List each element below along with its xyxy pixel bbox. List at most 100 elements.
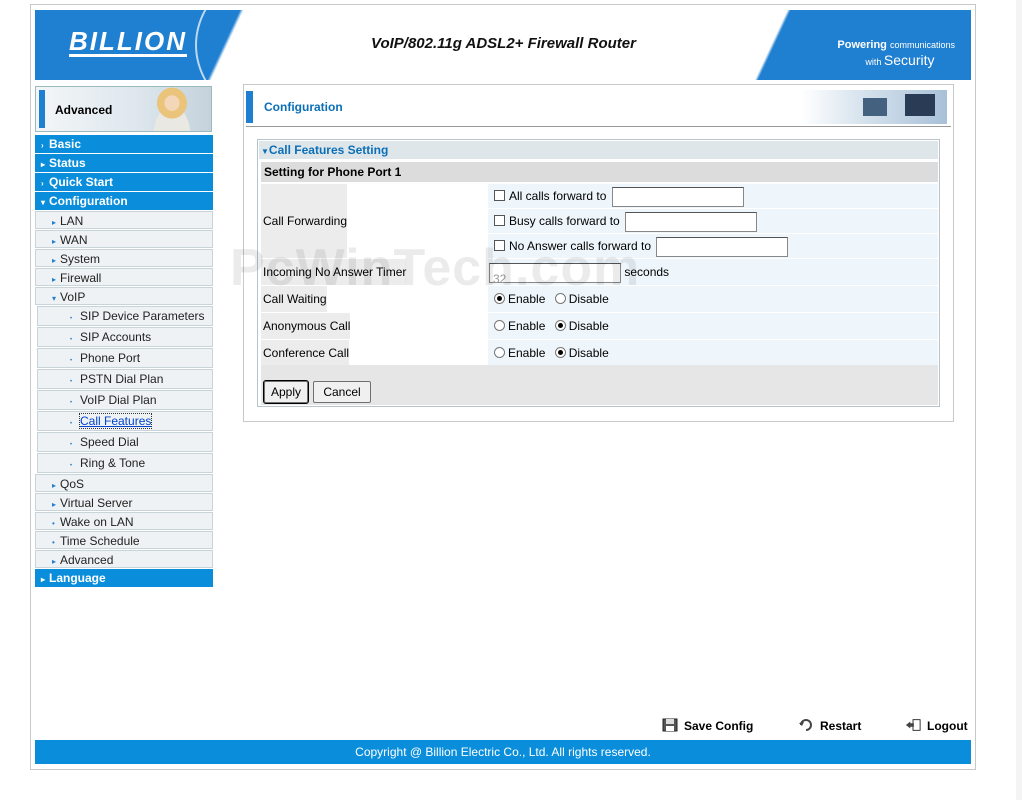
sidebar-item-sip-device-parameters[interactable]: • SIP Device Parameters	[37, 306, 213, 326]
anonymous-call-enable-radio[interactable]	[494, 320, 505, 331]
sidebar-item-quick-start[interactable]: › Quick Start	[35, 173, 213, 191]
sidebar-item-basic[interactable]: › Basic	[35, 135, 213, 153]
sidebar-item-label: Speed Dial	[80, 435, 139, 449]
busy-calls-checkbox[interactable]	[494, 215, 505, 226]
sidebar-item-label: SIP Device Parameters	[80, 309, 205, 323]
call-features-box: ▼Call Features Setting Setting for Phone…	[257, 139, 940, 407]
sidebar-item-pstn-dial-plan[interactable]: • PSTN Dial Plan	[37, 369, 213, 389]
chevron-right-icon: ›	[41, 141, 44, 150]
call-waiting-disable-radio[interactable]	[554, 293, 566, 304]
no-answer-checkbox[interactable]	[494, 240, 505, 251]
no-answer-row: No Answer calls forward to	[488, 234, 938, 258]
sidebar-item-label: QoS	[60, 477, 85, 491]
logout-label: Logout	[927, 719, 968, 733]
all-calls-input[interactable]	[611, 186, 744, 207]
chevron-right-icon: ▸	[52, 237, 57, 246]
all-calls-row: All calls forward to	[488, 184, 938, 208]
sidebar-item-label: Wake on LAN	[60, 515, 134, 529]
chevron-right-icon: ▸	[41, 160, 46, 169]
conference-call-row: Enable Disable	[488, 340, 938, 366]
conference-call-disable-radio[interactable]	[554, 347, 566, 358]
sidebar-item-label: Quick Start	[49, 175, 114, 189]
phone-port-subheader: Setting for Phone Port 1	[261, 162, 938, 182]
panel-header: Configuration	[246, 89, 951, 125]
sidebar-item-label: PSTN Dial Plan	[80, 372, 164, 386]
bullet-icon: •	[70, 337, 73, 343]
no-answer-timer-input[interactable]: 32	[489, 262, 621, 286]
tagline-security: Security	[883, 52, 935, 68]
advanced-mode-box: Advanced	[35, 86, 212, 132]
sidebar-item-label: Status	[49, 156, 86, 170]
sidebar-item-time-schedule[interactable]: • Time Schedule	[35, 531, 213, 549]
conference-call-enable-label: Enable	[508, 346, 546, 360]
anonymous-call-label: Anonymous Call	[261, 313, 351, 339]
sidebar-menu: › Basic ▸ Status › Quick Start ▾ Configuration ▸…	[35, 135, 213, 588]
call-waiting-label: Call Waiting	[261, 286, 327, 312]
bullet-icon: •	[52, 538, 55, 547]
timer-unit: seconds	[624, 265, 670, 279]
no-answer-label: No Answer calls forward to	[509, 239, 652, 253]
sidebar-item-voip[interactable]: ▾ VoIP	[35, 287, 213, 305]
collapse-arrow-icon[interactable]: ▼	[261, 147, 269, 156]
bullet-icon: •	[70, 379, 73, 385]
sidebar-item-speed-dial[interactable]: • Speed Dial	[37, 432, 213, 452]
sidebar-item-label: Phone Port	[80, 351, 141, 365]
sidebar-item-status[interactable]: ▸ Status	[35, 154, 213, 172]
busy-calls-input[interactable]	[625, 211, 758, 232]
sidebar-item-label: Call Features	[78, 413, 153, 429]
section-header[interactable]: ▼Call Features Setting	[259, 141, 938, 159]
panel-header-bar	[246, 91, 253, 123]
bullet-icon: •	[70, 442, 73, 448]
sidebar-item-label: Ring & Tone	[80, 456, 146, 470]
chevron-right-icon: ▸	[52, 557, 57, 566]
sidebar-item-advanced[interactable]: ▸ Advanced	[35, 550, 213, 568]
sidebar-item-wake-on-lan[interactable]: • Wake on LAN	[35, 512, 213, 530]
sidebar-item-firewall[interactable]: ▸ Firewall	[35, 268, 213, 286]
sidebar-item-label: Language	[49, 571, 106, 585]
apply-button[interactable]: Apply	[263, 380, 309, 404]
chevron-down-icon: ▾	[41, 198, 46, 207]
all-calls-label: All calls forward to	[509, 189, 607, 203]
sidebar-item-virtual-server[interactable]: ▸ Virtual Server	[35, 493, 213, 511]
main-panel: Configuration ▼Call Features Setting Set…	[243, 84, 954, 422]
tagline-communications: communications	[889, 40, 955, 50]
restart-link[interactable]: Restart	[798, 718, 861, 733]
chevron-right-icon: ›	[41, 179, 44, 188]
sidebar-item-wan[interactable]: ▸ WAN	[35, 230, 213, 248]
advanced-box-photo	[143, 87, 201, 131]
copyright-bar: Copyright @ Billion Electric Co., Ltd. A…	[35, 740, 971, 764]
sidebar-item-qos[interactable]: ▸ QoS	[35, 474, 213, 492]
sidebar-item-label: Firewall	[60, 271, 102, 285]
sidebar-item-lan[interactable]: ▸ LAN	[35, 211, 213, 229]
anonymous-call-disable-radio[interactable]	[554, 320, 566, 331]
chevron-right-icon: ▸	[52, 218, 57, 227]
logout-link[interactable]: Logout	[905, 718, 968, 733]
sidebar-item-configuration[interactable]: ▾ Configuration	[35, 192, 213, 210]
save-config-link[interactable]: Save Config	[662, 718, 753, 733]
sidebar-item-label: Time Schedule	[60, 534, 140, 548]
sidebar-item-sip-accounts[interactable]: • SIP Accounts	[37, 327, 213, 347]
billion-logo: BILLION	[69, 26, 187, 57]
sidebar-item-label: VoIP Dial Plan	[80, 393, 157, 407]
sidebar-item-call-features[interactable]: • Call Features	[37, 411, 213, 431]
sidebar-item-ring-tone[interactable]: • Ring & Tone	[37, 453, 213, 473]
conference-call-enable-radio[interactable]	[494, 347, 505, 358]
sidebar-item-phone-port[interactable]: • Phone Port	[37, 348, 213, 368]
section-title: Call Features Setting	[268, 143, 389, 157]
sidebar-item-voip-dial-plan[interactable]: • VoIP Dial Plan	[37, 390, 213, 410]
call-waiting-row: Enable Disable	[488, 286, 938, 312]
sidebar-item-system[interactable]: ▸ System	[35, 249, 213, 267]
all-calls-checkbox[interactable]	[494, 190, 505, 201]
bullet-icon: •	[70, 316, 73, 322]
anonymous-call-row: Enable Disable	[488, 313, 938, 339]
tagline: Powering communications with Security	[837, 38, 955, 70]
sidebar-item-language[interactable]: ▸ Language	[35, 569, 213, 587]
tagline-powering: Powering	[837, 39, 887, 51]
scrollbar[interactable]	[1016, 0, 1022, 800]
bullet-icon: •	[70, 358, 73, 364]
anonymous-call-disable-label: Disable	[568, 319, 609, 333]
no-answer-input[interactable]	[656, 236, 789, 257]
chevron-right-icon: ▸	[52, 500, 57, 509]
cancel-button[interactable]: Cancel	[313, 381, 371, 403]
call-waiting-enable-radio[interactable]	[494, 293, 505, 304]
